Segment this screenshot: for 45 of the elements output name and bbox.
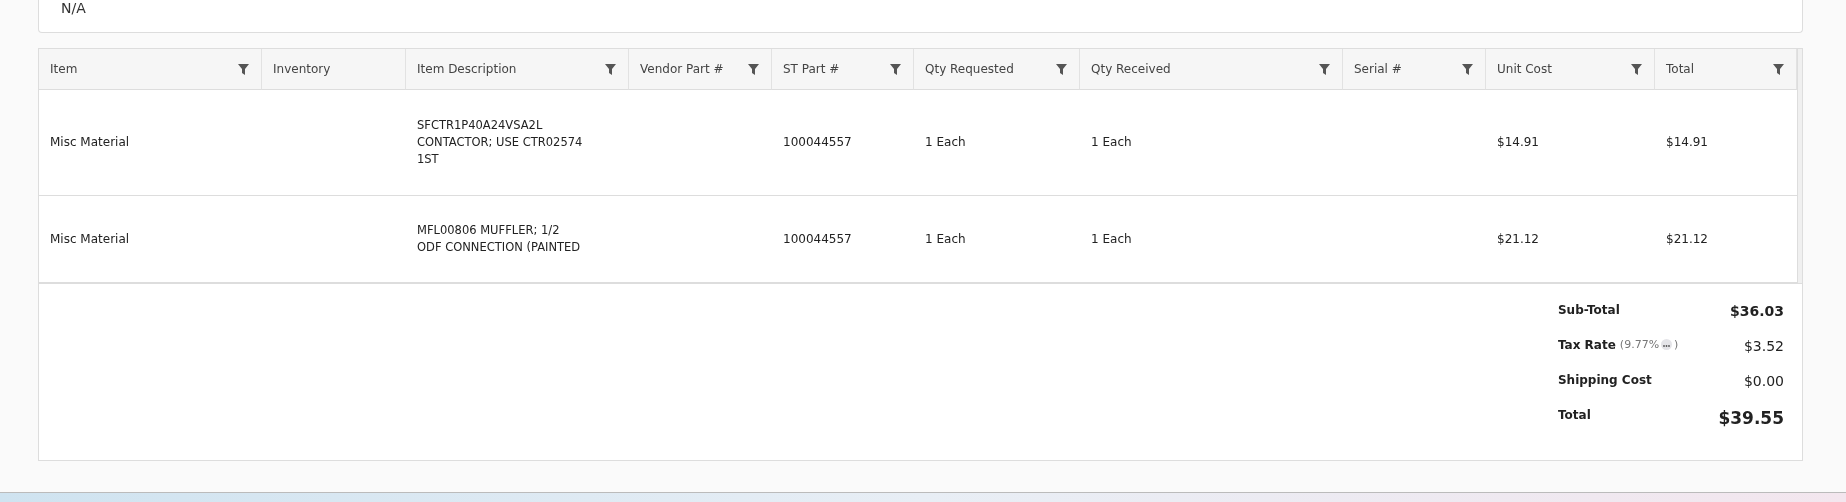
filter-icon[interactable] [1631, 63, 1642, 75]
summary-label: Shipping Cost [1557, 373, 1652, 387]
column-header[interactable]: Serial # [1343, 49, 1486, 90]
filter-icon[interactable] [890, 63, 901, 75]
table-cell: 1 Each [925, 230, 966, 248]
more-icon[interactable] [1661, 339, 1673, 350]
summary-label: Sub-Total [1557, 303, 1620, 317]
tax-rate-detail: (9.77% [1619, 338, 1660, 351]
field-value: N/A [61, 0, 86, 16]
table-cell: 1 Each [1091, 134, 1132, 151]
summary-value: $36.03 [1729, 303, 1784, 319]
filter-icon[interactable] [1462, 63, 1473, 75]
table-cell: 1 Each [1091, 230, 1132, 248]
filter-icon[interactable] [748, 63, 759, 75]
table-cell: 1 Each [925, 134, 966, 151]
column-header[interactable]: Inventory [262, 49, 406, 90]
table-cell: $14.91 [1666, 134, 1708, 151]
filter-icon[interactable] [1056, 63, 1067, 75]
tax-rate-detail: ) [1674, 338, 1679, 351]
filter-icon[interactable] [605, 63, 616, 75]
filter-icon[interactable] [238, 63, 249, 75]
column-header[interactable]: Vendor Part # [629, 49, 772, 90]
column-header[interactable]: Item Description [406, 49, 629, 90]
table-cell: 100044557 [783, 134, 852, 151]
column-header[interactable]: Unit Cost [1486, 49, 1655, 90]
table-cell: Misc Material [50, 134, 130, 151]
table-cell: $21.12 [1497, 230, 1539, 248]
column-header[interactable]: Qty Requested [914, 49, 1080, 90]
filter-icon[interactable] [1773, 63, 1784, 75]
column-header[interactable]: Qty Received [1080, 49, 1343, 90]
column-header[interactable]: ST Part # [772, 49, 914, 90]
summary-label: Total [1557, 408, 1591, 422]
table-cell: $21.12 [1666, 230, 1708, 248]
summary-value: $3.52 [1743, 338, 1784, 354]
summary-value: $39.55 [1718, 408, 1784, 428]
summary-value: $0.00 [1743, 373, 1784, 389]
column-header[interactable]: Item [39, 49, 262, 90]
filter-icon[interactable] [1319, 63, 1330, 75]
table-cell-text: SFCTR1P40A24VSA2L CONTACTOR; USE CTR02574 1ST [417, 117, 584, 168]
table-cell: Misc Material [50, 230, 130, 248]
summary-label: Tax Rate [1557, 338, 1616, 352]
table-cell-text: MFL00806 MUFFLER; 1/2 ODF CONNECTION (PAINTED [417, 222, 582, 256]
column-header[interactable]: Total [1655, 49, 1797, 90]
table-cell: 100044557 [783, 230, 852, 248]
table-cell: $14.91 [1497, 134, 1539, 151]
